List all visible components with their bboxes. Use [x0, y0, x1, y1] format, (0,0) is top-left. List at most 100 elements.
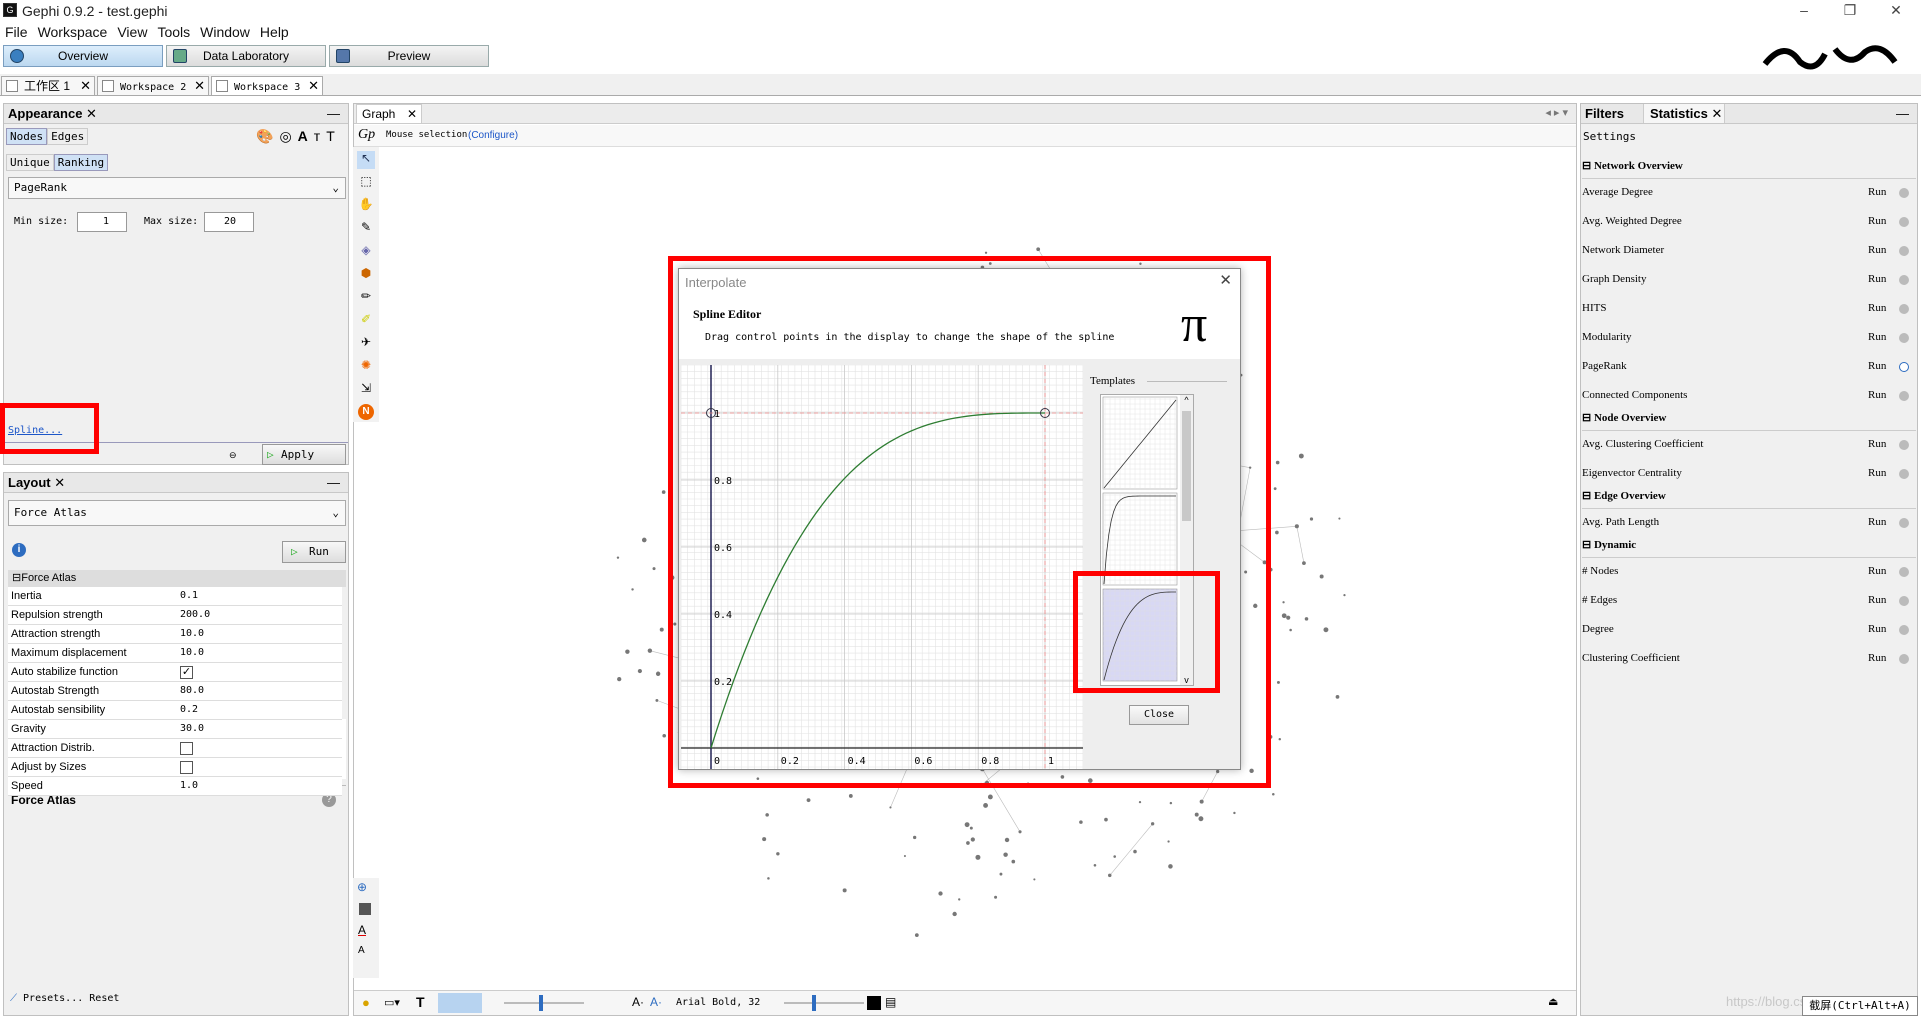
stat-info-icon[interactable] [1899, 275, 1909, 285]
graph-node[interactable] [1309, 517, 1314, 521]
property-row[interactable]: Attraction Distrib. [8, 739, 342, 758]
lightbulb-icon[interactable]: ● [362, 995, 370, 1010]
dialog-close-icon[interactable]: ✕ [1219, 271, 1232, 289]
graph-node[interactable] [1304, 617, 1309, 621]
stat-run-button[interactable]: Run [1868, 594, 1886, 606]
graph-node[interactable] [1272, 793, 1275, 796]
label-size-slider[interactable] [784, 1002, 864, 1004]
property-row[interactable]: Repulsion strength 200.0 [8, 606, 342, 625]
menu-window[interactable]: Window [195, 22, 255, 40]
graph-node[interactable] [1033, 878, 1036, 881]
graph-node[interactable] [617, 677, 622, 682]
graph-node[interactable] [1004, 837, 1010, 843]
layout-algorithm-select[interactable]: Force Atlas ⌄ [8, 500, 346, 526]
graph-node[interactable] [966, 841, 970, 845]
menu-tools[interactable]: Tools [152, 22, 195, 40]
graph-node[interactable] [1289, 628, 1292, 632]
graph-node[interactable] [1275, 460, 1280, 465]
graph-node[interactable] [652, 567, 656, 571]
link-icon[interactable]: ⊖ [229, 450, 245, 460]
maximize-button[interactable]: ❐ [1827, 0, 1873, 22]
graph-node[interactable] [1282, 601, 1285, 604]
minimize-panel-icon[interactable]: — [327, 104, 340, 123]
graph-node[interactable] [776, 852, 780, 856]
workspace-tab-3[interactable]: Workspace 3 ✕ [211, 76, 323, 96]
graph-node[interactable] [848, 794, 853, 798]
stat-run-button[interactable]: Run [1868, 186, 1886, 198]
graph-node[interactable] [903, 855, 906, 858]
label-size-icon[interactable]: A [358, 945, 365, 956]
graph-node[interactable] [938, 891, 943, 896]
graph-node[interactable] [1281, 613, 1287, 619]
graph-node[interactable] [655, 671, 661, 676]
stat-info-icon[interactable] [1899, 304, 1909, 314]
graph-node[interactable] [1011, 859, 1016, 864]
close-icon[interactable]: ✕ [1711, 106, 1722, 121]
property-row[interactable]: Speed 1.0 [8, 777, 342, 796]
graph-node[interactable] [655, 698, 659, 702]
menu-view[interactable]: View [112, 22, 152, 40]
zoom-icon[interactable]: ⊕ [357, 880, 367, 894]
stat-info-icon[interactable] [1899, 217, 1909, 227]
dialog-close-button[interactable]: Close [1129, 705, 1189, 725]
graph-node[interactable] [964, 822, 970, 828]
stat-run-button[interactable]: Run [1868, 331, 1886, 343]
property-value[interactable]: 200.0 [180, 606, 210, 624]
property-value[interactable]: 1.0 [180, 777, 198, 795]
graph-node[interactable] [969, 826, 973, 830]
font-size-icon[interactable]: A· [632, 995, 644, 1009]
presets-button[interactable]: Presets... [23, 993, 83, 1004]
paint-bucket-icon[interactable]: ⬢ [357, 266, 375, 284]
property-row[interactable]: Autostab Strength 80.0 [8, 682, 342, 701]
stat-section-header[interactable]: ⊟ Network Overview [1582, 159, 1916, 179]
color-swatch[interactable] [867, 996, 881, 1010]
tab-edges[interactable]: Edges [47, 128, 89, 145]
edge-scale-slider[interactable] [504, 1002, 584, 1004]
stat-info-icon[interactable] [1899, 246, 1909, 256]
graph-node[interactable] [1093, 864, 1097, 867]
close-window-button[interactable]: ✕ [1873, 0, 1919, 22]
slider-thumb[interactable] [812, 995, 816, 1011]
font-color-icon[interactable]: A· [650, 995, 662, 1009]
graph-node[interactable] [1278, 737, 1281, 741]
stat-info-icon[interactable] [1899, 440, 1909, 450]
graph-node[interactable] [765, 813, 769, 817]
graph-node[interactable] [1276, 680, 1280, 684]
graph-node[interactable] [662, 733, 667, 738]
graph-node[interactable] [1302, 561, 1306, 565]
property-row[interactable]: Attraction strength 10.0 [8, 625, 342, 644]
stat-run-button[interactable]: Run [1868, 516, 1886, 528]
stat-run-button[interactable]: Run [1868, 360, 1886, 372]
stat-run-button[interactable]: Run [1868, 467, 1886, 479]
palette-icon[interactable]: 🎨 [256, 128, 279, 144]
property-checkbox[interactable] [180, 742, 193, 755]
graph-node[interactable] [889, 806, 892, 809]
menu-help[interactable]: Help [255, 22, 294, 40]
graph-node[interactable] [762, 837, 767, 842]
property-row[interactable]: Inertia 0.1 [8, 587, 342, 606]
graph-node[interactable] [625, 649, 630, 654]
stat-info-icon[interactable] [1899, 518, 1909, 528]
data-laboratory-button[interactable]: Data Laboratory [166, 45, 326, 67]
graph-node[interactable] [1138, 801, 1142, 804]
graph-node[interactable] [1150, 822, 1155, 826]
diamond-icon[interactable]: ◈ [357, 243, 375, 261]
spline-plot[interactable]: 0 0.2 0.4 0.6 0.8 110.80.60.40.2 [681, 365, 1083, 769]
graph-node[interactable] [1233, 811, 1236, 815]
stat-info-icon[interactable] [1899, 625, 1909, 635]
show-labels-icon[interactable]: T [416, 994, 425, 1010]
property-row[interactable]: Gravity 30.0 [8, 720, 342, 739]
graph-node[interactable] [1113, 855, 1117, 858]
graph-node[interactable] [659, 627, 664, 632]
graph-node[interactable] [1133, 849, 1137, 854]
property-value[interactable]: 0.1 [180, 587, 198, 605]
graph-node[interactable] [1335, 695, 1340, 699]
tab-unique[interactable]: Unique [6, 154, 54, 171]
settings-button[interactable]: Settings [1583, 130, 1636, 143]
heatmap-icon[interactable]: ✺ [357, 358, 375, 376]
graph-node[interactable] [1169, 801, 1173, 805]
stat-run-button[interactable]: Run [1868, 244, 1886, 256]
label-color-icon[interactable]: A [358, 923, 366, 937]
graph-node[interactable] [994, 895, 998, 899]
property-row[interactable]: Autostab sensibility 0.2 [8, 701, 342, 720]
